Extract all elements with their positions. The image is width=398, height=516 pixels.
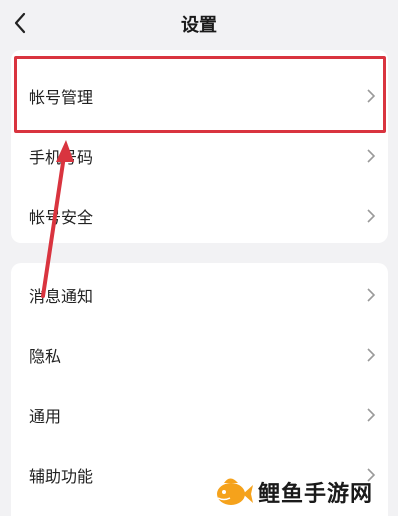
settings-item-label: 辅助功能 [29, 467, 94, 486]
chevron-right-icon [367, 408, 376, 422]
settings-item-label: 帐号安全 [29, 208, 94, 227]
top-bar: 设置 [0, 0, 398, 46]
settings-item-account-security[interactable]: 帐号安全 [11, 186, 388, 246]
chevron-right-icon [367, 288, 376, 302]
settings-item-phone-number[interactable]: 手机号码 [11, 126, 388, 186]
watermark-text: 鲤鱼手游网 [258, 482, 374, 507]
settings-item-label: 隐私 [29, 347, 62, 366]
settings-item-label: 手机号码 [29, 148, 94, 167]
settings-item-notifications[interactable]: 消息通知 [11, 265, 388, 325]
settings-item-privacy[interactable]: 隐私 [11, 325, 388, 385]
watermark: 鲤鱼手游网 [210, 468, 398, 516]
chevron-right-icon [367, 209, 376, 223]
chevron-right-icon [367, 149, 376, 163]
settings-item-general[interactable]: 通用 [11, 385, 388, 445]
settings-item-label: 通用 [29, 407, 62, 426]
page-title: 设置 [181, 15, 217, 36]
fish-logo-icon [217, 478, 253, 505]
highlight-box [14, 56, 386, 133]
chevron-right-icon [367, 348, 376, 362]
settings-item-label: 消息通知 [29, 287, 94, 306]
